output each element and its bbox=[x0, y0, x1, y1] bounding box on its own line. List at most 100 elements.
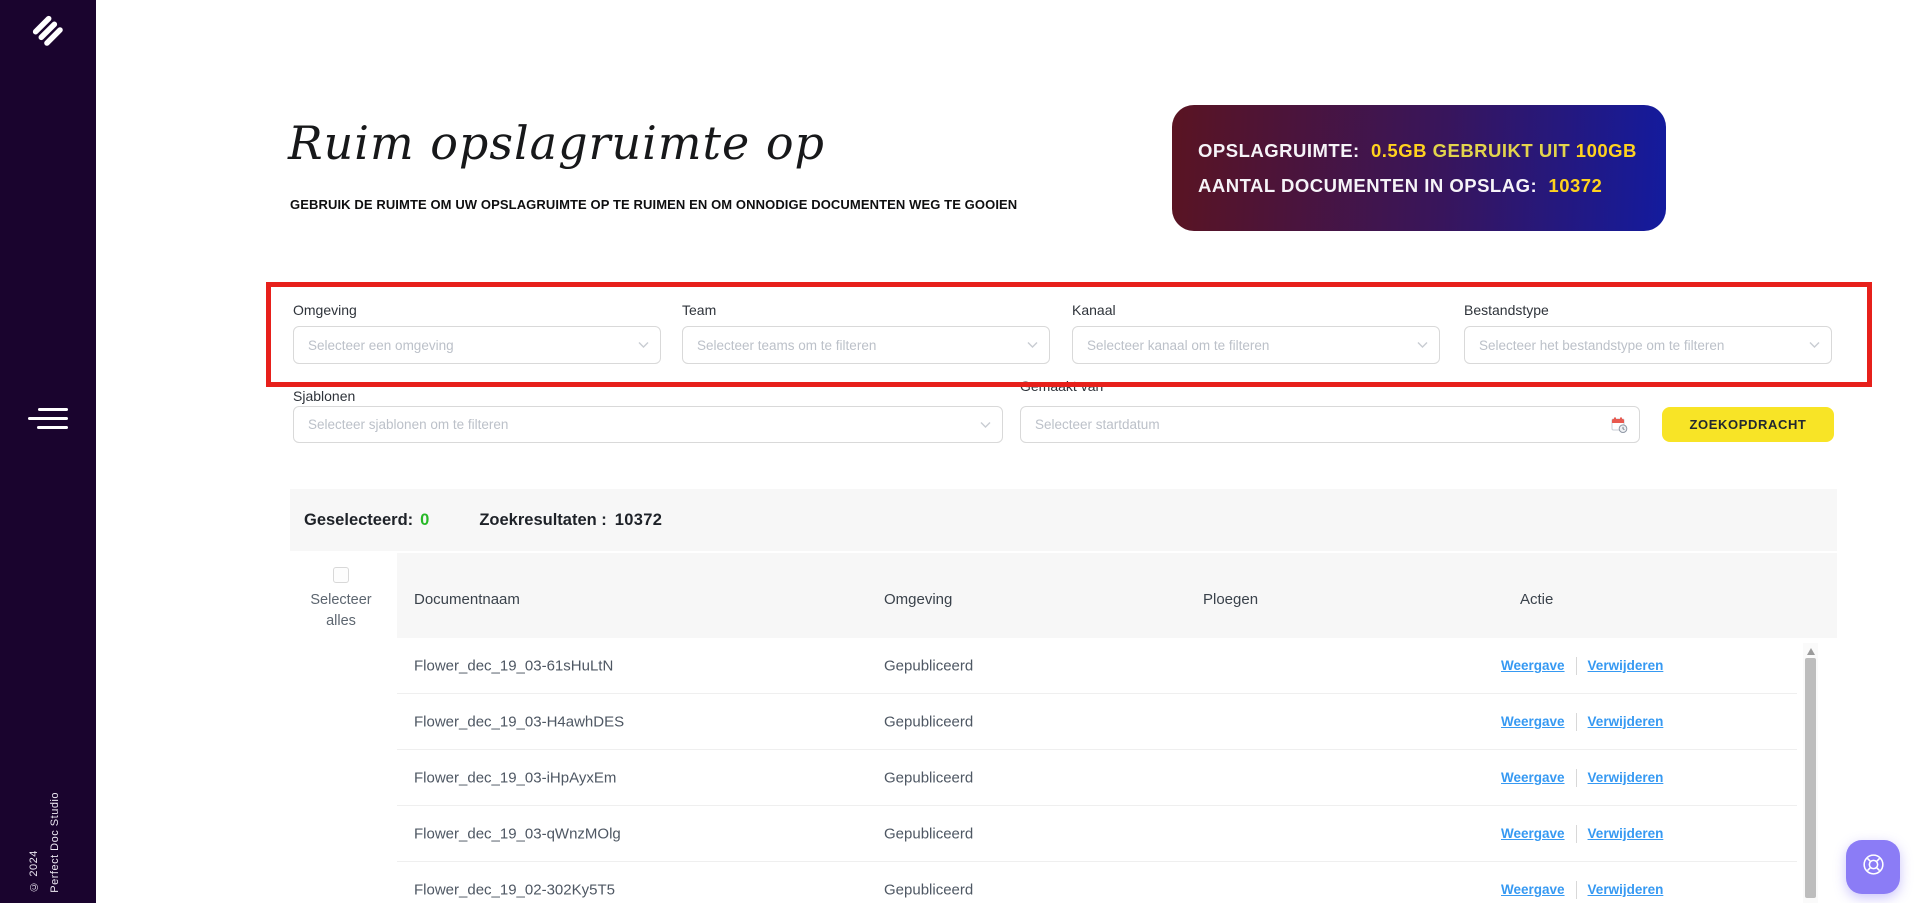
document-count-label: AANTAL DOCUMENTEN IN OPSLAG: bbox=[1198, 175, 1537, 196]
weergave-link[interactable]: Weergave bbox=[1501, 658, 1565, 673]
table-row: Flower_dec_19_03-qWnzMOlg Gepubliceerd W… bbox=[397, 806, 1797, 862]
filter-bestandstype: Bestandstype Selecteer het bestandstype … bbox=[1464, 302, 1832, 364]
verwijderen-link[interactable]: Verwijderen bbox=[1588, 826, 1664, 841]
storage-used-value: 0.5GB bbox=[1371, 140, 1427, 161]
omgeving-select[interactable]: Selecteer een omgeving bbox=[293, 326, 661, 364]
sjablonen-placeholder: Selecteer sjablonen om te filteren bbox=[308, 417, 508, 432]
omgeving-label: Omgeving bbox=[293, 302, 661, 318]
document-omgeving: Gepubliceerd bbox=[884, 825, 973, 842]
table-row: Flower_dec_19_03-61sHuLtN Gepubliceerd W… bbox=[397, 638, 1797, 694]
sidebar-copyright: © 2024 Perfect Doc Studio bbox=[24, 792, 66, 893]
row-actions: Weergave Verwijderen bbox=[1501, 825, 1663, 843]
team-select[interactable]: Selecteer teams om te filteren bbox=[682, 326, 1050, 364]
document-count-line: AANTAL DOCUMENTEN IN OPSLAG: 10372 bbox=[1198, 168, 1640, 203]
kanaal-placeholder: Selecteer kanaal om te filteren bbox=[1087, 338, 1269, 353]
storage-usage-middle: GEBRUIKT UIT bbox=[1433, 140, 1571, 161]
calendar-clock-icon bbox=[1611, 416, 1628, 433]
page-title: Ruim opslagruimte op bbox=[288, 116, 825, 170]
selected-label: Geselecteerd: bbox=[304, 511, 413, 530]
action-divider bbox=[1576, 657, 1577, 675]
sjablonen-label: Sjablonen bbox=[293, 388, 355, 404]
copyright-year: © 2024 bbox=[24, 792, 45, 893]
document-omgeving: Gepubliceerd bbox=[884, 769, 973, 786]
row-actions: Weergave Verwijderen bbox=[1501, 769, 1663, 787]
sjablonen-select[interactable]: Selecteer sjablonen om te filteren bbox=[293, 406, 1003, 443]
document-omgeving: Gepubliceerd bbox=[884, 881, 973, 898]
storage-usage-line: OPSLAGRUIMTE: 0.5GB GEBRUIKT UIT 100GB bbox=[1198, 133, 1640, 168]
table-header-row: Documentnaam Omgeving Ploegen Actie bbox=[397, 553, 1837, 638]
chevron-down-icon bbox=[980, 421, 991, 428]
storage-summary-card: OPSLAGRUIMTE: 0.5GB GEBRUIKT UIT 100GB A… bbox=[1172, 105, 1666, 231]
verwijderen-link[interactable]: Verwijderen bbox=[1588, 882, 1664, 897]
column-header-documentnaam: Documentnaam bbox=[414, 591, 520, 608]
kanaal-select[interactable]: Selecteer kanaal om te filteren bbox=[1072, 326, 1440, 364]
chevron-down-icon bbox=[1417, 342, 1428, 349]
results-summary-bar: Geselecteerd: 0 Zoekresultaten : 10372 bbox=[290, 489, 1837, 551]
support-button[interactable] bbox=[1846, 840, 1900, 894]
startdatum-date-input[interactable]: Selecteer startdatum bbox=[1020, 406, 1640, 443]
chevron-down-icon bbox=[1809, 342, 1820, 349]
document-name: Flower_dec_19_03-qWnzMOlg bbox=[414, 825, 621, 842]
filter-omgeving: Omgeving Selecteer een omgeving bbox=[293, 302, 661, 364]
row-actions: Weergave Verwijderen bbox=[1501, 881, 1663, 899]
app-logo[interactable] bbox=[27, 10, 69, 52]
team-placeholder: Selecteer teams om te filteren bbox=[697, 338, 876, 353]
weergave-link[interactable]: Weergave bbox=[1501, 770, 1565, 785]
table-row: Flower_dec_19_03-iHpAyxEm Gepubliceerd W… bbox=[397, 750, 1797, 806]
results-count: 10372 bbox=[615, 511, 662, 530]
hamburger-menu-icon[interactable] bbox=[28, 408, 68, 435]
verwijderen-link[interactable]: Verwijderen bbox=[1588, 658, 1664, 673]
startdatum-placeholder: Selecteer startdatum bbox=[1035, 417, 1160, 432]
document-omgeving: Gepubliceerd bbox=[884, 713, 973, 730]
select-all-label: Selecteer alles bbox=[310, 592, 371, 629]
action-divider bbox=[1576, 881, 1577, 899]
column-header-omgeving: Omgeving bbox=[884, 591, 952, 608]
action-divider bbox=[1576, 769, 1577, 787]
bestandstype-label: Bestandstype bbox=[1464, 302, 1832, 318]
table-scrollbar[interactable] bbox=[1803, 643, 1818, 903]
selected-count-badge: 0 bbox=[420, 511, 429, 530]
zoekopdracht-button[interactable]: ZOEKOPDRACHT bbox=[1662, 407, 1834, 442]
omgeving-placeholder: Selecteer een omgeving bbox=[308, 338, 454, 353]
document-name: Flower_dec_19_03-H4awhDES bbox=[414, 713, 624, 730]
documents-table: Documentnaam Omgeving Ploegen Actie Flow… bbox=[397, 553, 1837, 903]
gemaakt-van-label: Gemaakt van bbox=[1020, 378, 1103, 394]
scroll-up-arrow-icon[interactable] bbox=[1807, 648, 1815, 655]
page-subtitle: GEBRUIK DE RUIMTE OM UW OPSLAGRUIMTE OP … bbox=[290, 197, 1017, 212]
column-header-ploegen: Ploegen bbox=[1203, 591, 1258, 608]
copyright-name: Perfect Doc Studio bbox=[45, 792, 66, 893]
action-divider bbox=[1576, 713, 1577, 731]
team-label: Team bbox=[682, 302, 1050, 318]
document-omgeving: Gepubliceerd bbox=[884, 657, 973, 674]
sidebar: © 2024 Perfect Doc Studio bbox=[0, 0, 96, 903]
row-actions: Weergave Verwijderen bbox=[1501, 713, 1663, 731]
weergave-link[interactable]: Weergave bbox=[1501, 826, 1565, 841]
chevron-down-icon bbox=[638, 342, 649, 349]
scrollbar-thumb[interactable] bbox=[1805, 658, 1816, 898]
filter-kanaal: Kanaal Selecteer kanaal om te filteren bbox=[1072, 302, 1440, 364]
table-row: Flower_dec_19_03-H4awhDES Gepubliceerd W… bbox=[397, 694, 1797, 750]
action-divider bbox=[1576, 825, 1577, 843]
column-header-actie: Actie bbox=[1520, 591, 1553, 608]
kanaal-label: Kanaal bbox=[1072, 302, 1440, 318]
bestandstype-placeholder: Selecteer het bestandstype om te filtere… bbox=[1479, 338, 1724, 353]
verwijderen-link[interactable]: Verwijderen bbox=[1588, 714, 1664, 729]
storage-cleanup-page: © 2024 Perfect Doc Studio Ruim opslagrui… bbox=[0, 0, 1919, 903]
select-all-checkbox[interactable] bbox=[333, 567, 349, 583]
perfect-doc-logo-icon bbox=[27, 39, 69, 56]
weergave-link[interactable]: Weergave bbox=[1501, 714, 1565, 729]
storage-usage-label: OPSLAGRUIMTE: bbox=[1198, 140, 1360, 161]
filter-team: Team Selecteer teams om te filteren bbox=[682, 302, 1050, 364]
row-actions: Weergave Verwijderen bbox=[1501, 657, 1663, 675]
results-label: Zoekresultaten : bbox=[479, 511, 606, 530]
lifebuoy-icon bbox=[1860, 851, 1887, 883]
storage-total-value: 100GB bbox=[1576, 140, 1637, 161]
bestandstype-select[interactable]: Selecteer het bestandstype om te filtere… bbox=[1464, 326, 1832, 364]
document-name: Flower_dec_19_03-iHpAyxEm bbox=[414, 769, 616, 786]
select-all-control: Selecteer alles bbox=[306, 567, 376, 632]
document-count-value: 10372 bbox=[1548, 175, 1602, 196]
chevron-down-icon bbox=[1027, 342, 1038, 349]
table-row: Flower_dec_19_02-302Ky5T5 Gepubliceerd W… bbox=[397, 862, 1797, 903]
weergave-link[interactable]: Weergave bbox=[1501, 882, 1565, 897]
verwijderen-link[interactable]: Verwijderen bbox=[1588, 770, 1664, 785]
